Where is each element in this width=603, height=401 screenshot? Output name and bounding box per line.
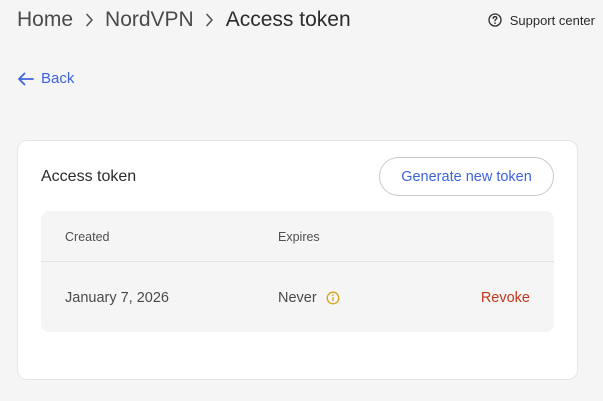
breadcrumb-nordvpn[interactable]: NordVPN xyxy=(105,8,194,32)
table-header: Created Expires xyxy=(41,211,554,262)
back-label: Back xyxy=(41,70,75,87)
expires-cell: Never xyxy=(278,290,340,306)
chevron-right-icon xyxy=(73,10,105,30)
arrow-left-icon xyxy=(17,72,34,86)
support-center-label: Support center xyxy=(509,12,595,28)
back-link[interactable]: Back xyxy=(17,70,74,87)
breadcrumb-home[interactable]: Home xyxy=(17,8,73,32)
table-row: January 7, 2026 Never Revoke xyxy=(41,262,554,332)
access-token-card: Access token Generate new token Created … xyxy=(17,140,578,380)
breadcrumb: Home NordVPN Access token xyxy=(17,8,351,32)
card-title: Access token xyxy=(41,168,137,185)
page-title: Access token xyxy=(225,8,351,31)
top-bar: Home NordVPN Access token Support center xyxy=(17,6,595,34)
column-header-created: Created xyxy=(65,230,110,244)
revoke-button[interactable]: Revoke xyxy=(481,290,530,306)
generate-token-button[interactable]: Generate new token xyxy=(379,157,554,196)
created-date: January 7, 2026 xyxy=(65,290,169,306)
info-icon[interactable] xyxy=(326,291,340,305)
support-center-link[interactable]: Support center xyxy=(488,13,595,28)
chevron-right-icon xyxy=(194,10,226,30)
expires-value: Never xyxy=(278,290,317,306)
token-table: Created Expires January 7, 2026 Never Re… xyxy=(41,211,554,332)
help-circle-icon xyxy=(488,13,502,27)
column-header-expires: Expires xyxy=(278,230,320,244)
